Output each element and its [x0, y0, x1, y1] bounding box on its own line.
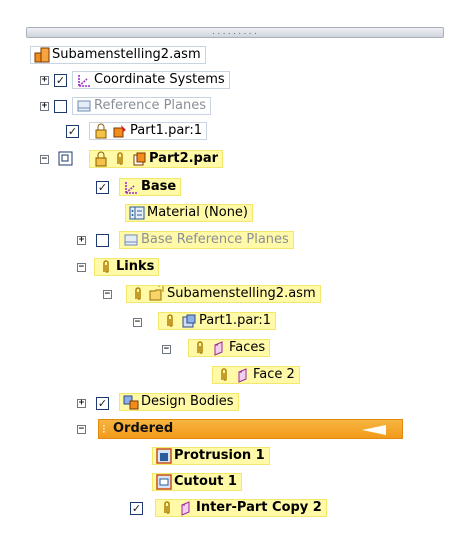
tree-item-faces[interactable]: Faces [188, 339, 271, 357]
tree-item-coordinate-systems[interactable]: Coordinate Systems [72, 71, 230, 89]
paperclip-icon [158, 500, 175, 516]
tree-item-part1[interactable]: Part1.par:1 [89, 122, 208, 140]
tree-item-ordered[interactable]: ⁝ Ordered [98, 419, 403, 439]
tree-item-label: Base Reference Planes [141, 232, 289, 247]
tree-item-inter-part-copy[interactable]: Inter-Part Copy 2 [155, 499, 327, 517]
tree-root-label: Subamenstelling2.asm [52, 47, 201, 62]
tree-item-label: Base [141, 179, 177, 194]
face-icon [210, 340, 227, 356]
tree-item-protrusion[interactable]: Protrusion 1 [152, 447, 270, 465]
design-body-icon [122, 394, 139, 410]
checkbox-reference-planes[interactable] [54, 100, 67, 113]
partial-load-icon [58, 151, 73, 166]
paperclip-icon [161, 313, 178, 329]
reference-plane-icon [122, 232, 139, 248]
collapse-link-part1[interactable]: − [133, 318, 142, 327]
part-link-icon [130, 151, 147, 167]
rollback-arrow-icon[interactable] [362, 425, 386, 435]
grip-dots: ......... [211, 28, 259, 36]
coordinate-system-icon [75, 72, 92, 88]
tree-item-label: Part1.par:1 [199, 313, 272, 328]
tree-item-label: Faces [229, 340, 266, 355]
checkbox-base[interactable]: ✓ [96, 181, 109, 194]
checkbox-inter-part-copy[interactable]: ✓ [130, 502, 143, 515]
tree-item-base-reference-planes[interactable]: Base Reference Planes [119, 231, 294, 249]
tree-item-cutout[interactable]: Cutout 1 [152, 473, 242, 491]
tree-item-label: Ordered [113, 421, 174, 436]
tree-item-label: Coordinate Systems [94, 72, 225, 87]
checkbox-part1[interactable]: ✓ [66, 125, 79, 138]
tree-root[interactable]: Subamenstelling2.asm [30, 46, 206, 64]
linked-folder-icon [148, 286, 165, 302]
tree-item-base[interactable]: Base [119, 178, 182, 196]
tree-item-label: Part1.par:1 [130, 123, 203, 138]
collapse-faces[interactable]: − [162, 345, 171, 354]
tree-item-reference-planes[interactable]: Reference Planes [72, 97, 212, 115]
tree-item-link-asm[interactable]: Subamenstelling2.asm [126, 285, 321, 303]
paperclip-icon [129, 286, 146, 302]
checkbox-coordinate-systems[interactable]: ✓ [54, 74, 67, 87]
coordinate-system-icon [122, 179, 139, 195]
expand-coordinate-systems[interactable]: + [40, 76, 49, 85]
tree-item-label: Inter-Part Copy 2 [196, 500, 322, 515]
tree-item-links[interactable]: Links [94, 258, 160, 276]
pane-grip[interactable]: ......... [26, 27, 444, 38]
paperclip-icon [191, 340, 208, 356]
checkbox-base-reference-planes[interactable] [96, 234, 109, 247]
tree-item-label: Material (None) [147, 205, 249, 220]
collapse-part2[interactable]: − [40, 155, 49, 164]
tree-item-material[interactable]: Material (None) [125, 204, 254, 222]
face-icon [177, 500, 194, 516]
tree-item-label: Part2.par [149, 151, 219, 166]
tree-item-design-bodies[interactable]: Design Bodies [119, 393, 239, 411]
face-icon [234, 367, 251, 383]
tree-item-label: Design Bodies [141, 394, 234, 409]
collapse-link-asm[interactable]: − [103, 290, 112, 299]
paperclip-icon [97, 259, 114, 275]
expand-base-reference-planes[interactable]: + [77, 236, 86, 245]
expand-design-bodies[interactable]: + [77, 399, 86, 408]
tree-item-part2[interactable]: Part2.par [89, 150, 224, 168]
lock-icon [92, 151, 109, 167]
paperclip-icon [111, 151, 128, 167]
reference-plane-icon [75, 98, 92, 114]
lock-icon [92, 123, 109, 139]
assembly-icon [33, 47, 50, 63]
tree-item-label: Face 2 [253, 367, 295, 382]
collapse-ordered[interactable]: − [77, 425, 86, 434]
tree-item-label: Reference Planes [94, 98, 207, 113]
cutout-icon [155, 474, 172, 490]
part-icon [111, 123, 128, 139]
protrusion-icon [155, 448, 172, 464]
expand-reference-planes[interactable]: + [40, 102, 49, 111]
tree-item-face2[interactable]: Face 2 [212, 366, 300, 384]
paperclip-icon [215, 367, 232, 383]
collapse-links[interactable]: − [77, 263, 86, 272]
tree-item-label: Links [116, 259, 155, 274]
ordered-marker-icon: ⁝ [102, 422, 106, 436]
linked-part-icon [180, 313, 197, 329]
tree-item-label: Subamenstelling2.asm [167, 286, 316, 301]
checkbox-design-bodies[interactable]: ✓ [96, 397, 109, 410]
tree-item-label: Cutout 1 [174, 474, 237, 489]
tree-item-link-part1[interactable]: Part1.par:1 [158, 312, 277, 330]
tree-item-label: Protrusion 1 [174, 448, 265, 463]
material-table-icon [128, 205, 145, 221]
